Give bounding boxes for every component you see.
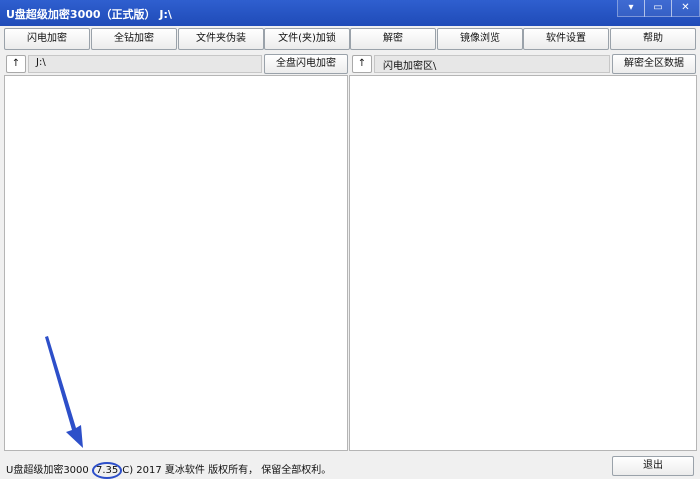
right-file-list[interactable] bbox=[349, 75, 697, 451]
status-copyright: C) 2017 夏冰软件 版权所有， 保留全部权利。 bbox=[122, 465, 332, 476]
lock-file-button[interactable]: 文件(夹)加锁 bbox=[264, 28, 350, 50]
version-highlight: 7.35 bbox=[91, 462, 123, 479]
settings-button[interactable]: 软件设置 bbox=[523, 28, 609, 50]
full-disk-flash-encrypt-button[interactable]: 全盘闪电加密 bbox=[264, 54, 348, 74]
status-product: U盘超级加密3000 bbox=[6, 465, 89, 476]
close-icon[interactable]: ✕ bbox=[671, 0, 700, 17]
image-browse-button[interactable]: 镜像浏览 bbox=[437, 28, 523, 50]
decrypt-button[interactable]: 解密 bbox=[350, 28, 436, 50]
folder-disguise-button[interactable]: 文件夹伪装 bbox=[178, 28, 264, 50]
status-bar: U盘超级加密3000 7.35 C) 2017 夏冰软件 版权所有， 保留全部权利… bbox=[6, 461, 331, 479]
left-path-bar bbox=[28, 55, 262, 73]
window-title: U盘超级加密3000（正式版） J:\ bbox=[6, 8, 172, 21]
maximize-icon[interactable]: ▭ bbox=[644, 0, 672, 17]
decrypt-all-data-button[interactable]: 解密全区数据 bbox=[612, 54, 696, 74]
right-path-text: 闪电加密区\ bbox=[383, 61, 437, 72]
right-up-button[interactable]: ↑ bbox=[352, 55, 372, 73]
flash-encrypt-button[interactable]: 闪电加密 bbox=[4, 28, 90, 50]
left-up-button[interactable]: ↑ bbox=[6, 55, 26, 73]
diamond-encrypt-button[interactable]: 全钻加密 bbox=[91, 28, 177, 50]
minimize-icon[interactable]: ▾ bbox=[617, 0, 645, 17]
help-button[interactable]: 帮助 bbox=[610, 28, 696, 50]
left-path-text: J:\ bbox=[36, 57, 46, 68]
left-file-list[interactable] bbox=[4, 75, 348, 451]
exit-button[interactable]: 退出 bbox=[612, 456, 694, 476]
